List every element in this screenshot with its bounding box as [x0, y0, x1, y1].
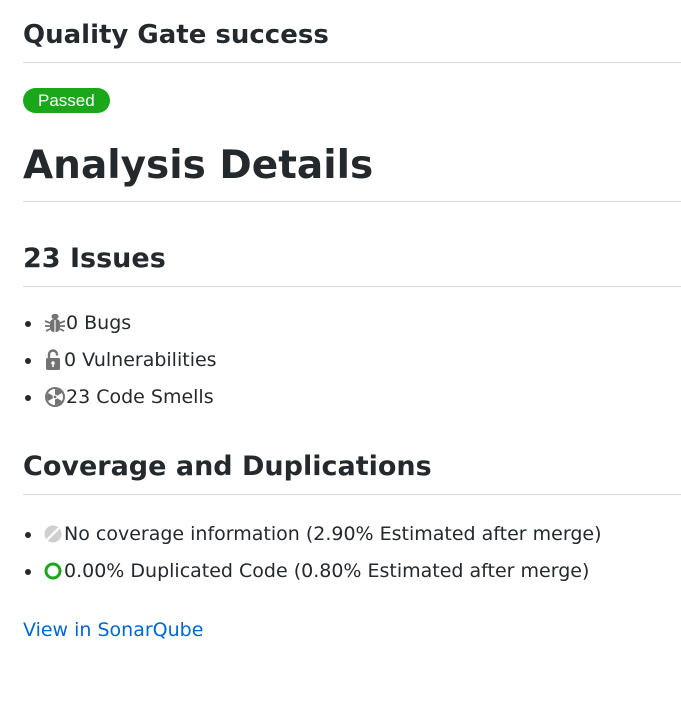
list-item-coverage: No coverage information (2.90% Estimated… [25, 523, 681, 545]
vulnerabilities-label: 0 Vulnerabilities [64, 349, 217, 371]
unlocked-padlock-icon [44, 349, 62, 371]
coverage-list: No coverage information (2.90% Estimated… [23, 523, 681, 582]
code-smell-icon [44, 386, 66, 408]
list-item-code-smells: 23 Code Smells [25, 386, 681, 408]
bugs-label: 0 Bugs [66, 312, 132, 334]
coverage-label: No coverage information (2.90% Estimated… [64, 523, 602, 545]
no-coverage-icon [44, 525, 62, 543]
issues-list: 0 Bugs 0 Vulnerabilities 23 Code Smells [23, 312, 681, 408]
passed-badge: Passed [23, 88, 110, 113]
list-item-vulnerabilities: 0 Vulnerabilities [25, 349, 681, 371]
bug-icon [44, 313, 66, 333]
code-smells-label: 23 Code Smells [66, 386, 214, 408]
view-in-sonarqube-link[interactable]: View in SonarQube [23, 619, 203, 641]
analysis-details-heading: Analysis Details [23, 142, 681, 202]
duplication-label: 0.00% Duplicated Code (0.80% Estimated a… [64, 560, 590, 582]
coverage-heading: Coverage and Duplications [23, 450, 681, 495]
list-item-duplication: 0.00% Duplicated Code (0.80% Estimated a… [25, 560, 681, 582]
quality-gate-title: Quality Gate success [23, 0, 681, 63]
list-item-bugs: 0 Bugs [25, 312, 681, 334]
pr-comment: Quality Gate success Passed Analysis Det… [0, 0, 681, 641]
duplication-ring-icon [44, 562, 62, 580]
issues-heading: 23 Issues [23, 242, 681, 287]
